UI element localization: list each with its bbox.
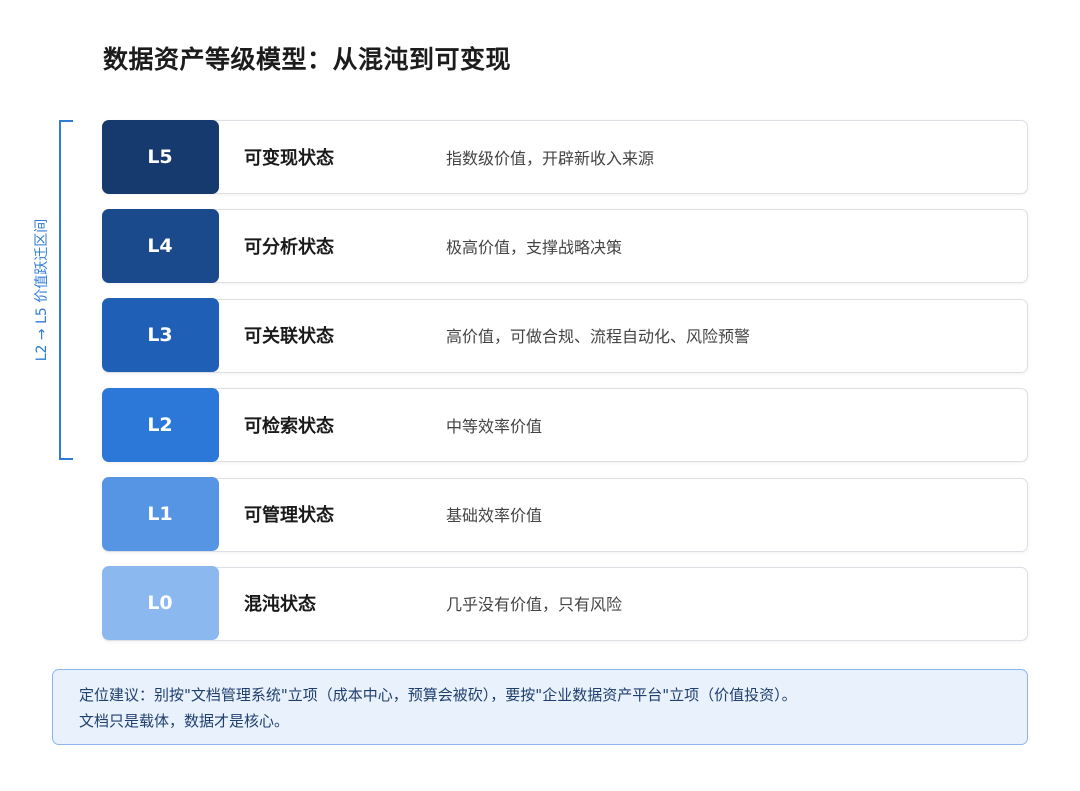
- level-list: L5 可变现状态 指数级价值，开辟新收入来源 L4 可分析状态 极高价值，支撑战…: [101, 119, 1028, 656]
- level-state: 可分析状态: [244, 236, 334, 258]
- level-state: 可检索状态: [244, 415, 334, 437]
- page-title: 数据资产等级模型：从混沌到可变现: [103, 45, 512, 74]
- level-row-l0: L0 混沌状态 几乎没有价值，只有风险: [101, 566, 1028, 641]
- level-description: 中等效率价值: [446, 416, 543, 436]
- level-state: 可管理状态: [244, 505, 334, 527]
- level-row-l4: L4 可分析状态 极高价值，支撑战略决策: [101, 208, 1028, 284]
- positioning-note: 定位建议：别按"文档管理系统"立项（成本中心，预算会被砍），要按"企业数据资产平…: [52, 669, 1028, 745]
- level-description: 基础效率价值: [446, 506, 543, 526]
- level-badge: L3: [101, 298, 219, 373]
- level-badge: L4: [101, 208, 219, 283]
- level-description: 指数级价值，开辟新收入来源: [446, 148, 655, 168]
- level-badge: L0: [101, 566, 219, 641]
- level-state: 混沌状态: [244, 594, 316, 616]
- level-row-l5: L5 可变现状态 指数级价值，开辟新收入来源: [101, 119, 1028, 194]
- note-line-2: 文档只是载体，数据才是核心。: [79, 712, 290, 730]
- level-state: 可关联状态: [244, 326, 334, 348]
- level-badge: L1: [101, 477, 219, 552]
- level-state: 可变现状态: [244, 147, 334, 169]
- level-badge: L2: [101, 387, 219, 462]
- level-row-l2: L2 可检索状态 中等效率价值: [101, 387, 1028, 463]
- level-description: 高价值，可做合规、流程自动化、风险预警: [446, 327, 751, 347]
- level-description: 几乎没有价值，只有风险: [446, 595, 623, 615]
- level-badge: L5: [101, 119, 219, 194]
- level-description: 极高价值，支撑战略决策: [446, 237, 623, 257]
- value-range-label: L2 → L5 价值跃迁区间: [34, 218, 50, 362]
- note-line-1: 定位建议：别按"文档管理系统"立项（成本中心，预算会被砍），要按"企业数据资产平…: [79, 686, 797, 704]
- level-row-l1: L1 可管理状态 基础效率价值: [101, 477, 1028, 552]
- level-row-l3: L3 可关联状态 高价值，可做合规、流程自动化、风险预警: [101, 298, 1028, 373]
- value-range-bracket: [59, 120, 73, 460]
